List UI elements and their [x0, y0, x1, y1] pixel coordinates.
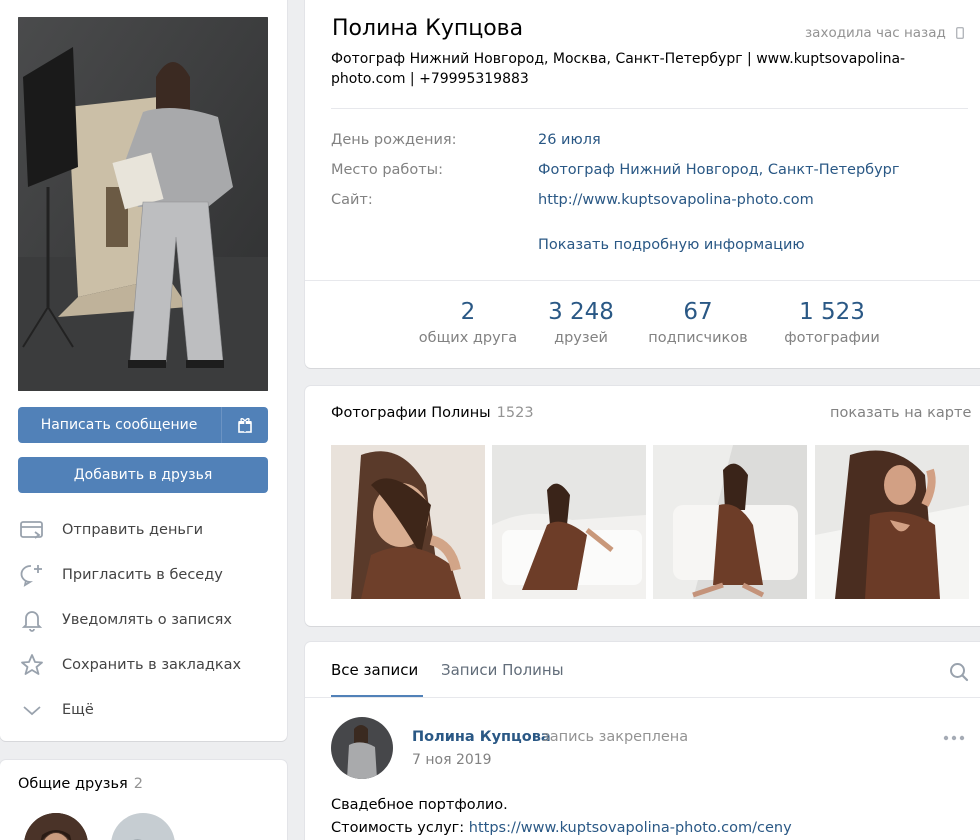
counter-label: друзей: [554, 330, 608, 346]
show-on-map-link[interactable]: показать на карте: [830, 405, 971, 421]
post-author-name[interactable]: Полина Купцова: [412, 729, 551, 745]
profile-status: Фотограф Нижний Новгород, Москва, Санкт-…: [331, 49, 931, 89]
card-send-icon: [18, 516, 46, 544]
photo-thumbnail[interactable]: [492, 445, 646, 599]
gift-button[interactable]: [222, 407, 268, 443]
photo-thumbnail[interactable]: [331, 445, 485, 599]
mobile-phone-icon: [955, 27, 964, 39]
chevron-down-icon: [18, 696, 46, 724]
counter-label: общих друга: [418, 330, 518, 346]
photos-card: Фотографии Полины 1523 показать на карте: [305, 386, 980, 626]
post-date[interactable]: 7 ноя 2019: [412, 752, 492, 768]
info-key: День рождения:: [331, 132, 457, 148]
counter-value: 3 248: [548, 299, 614, 325]
last-seen-status: заходила час назад: [805, 25, 964, 41]
last-seen-text: заходила час назад: [805, 25, 946, 41]
divider: [305, 697, 980, 698]
send-money-label: Отправить деньги: [62, 522, 204, 538]
mutual-friends-count: 2: [133, 776, 143, 792]
info-key: Сайт:: [331, 192, 373, 208]
profile-info-card: Полина Купцова заходила час назад Фотогр…: [305, 0, 980, 368]
profile-sidebar: Написать сообщение Добавить в друзья Отп…: [0, 0, 287, 741]
divider: [305, 280, 980, 281]
invite-to-chat-action[interactable]: Пригласить в беседу: [18, 559, 268, 591]
post-text: Стоимость услуг: https://www.kuptsovapol…: [331, 820, 792, 836]
more-action[interactable]: Ещё: [18, 694, 268, 726]
write-message-label: Написать сообщение: [40, 417, 198, 433]
more-horizontal-icon[interactable]: [943, 735, 965, 741]
tab-own-posts[interactable]: Записи Полины: [441, 661, 564, 679]
search-icon[interactable]: [949, 662, 969, 682]
photos-title[interactable]: Фотографии Полины 1523: [331, 405, 534, 421]
mutual-friends-card: Общие друзья 2: [0, 760, 287, 840]
photo-thumbnail[interactable]: [815, 445, 969, 599]
mutual-friends-title[interactable]: Общие друзья 2: [18, 776, 143, 792]
show-full-info-link[interactable]: Показать подробную информацию: [538, 237, 805, 253]
photos-count: 1523: [496, 405, 534, 421]
counter-value: 67: [683, 299, 713, 325]
counter-friends[interactable]: 3 248 друзей: [541, 298, 621, 346]
friend-avatar[interactable]: [111, 813, 175, 840]
photo-thumbnail[interactable]: [653, 445, 807, 599]
tab-all-posts[interactable]: Все записи: [331, 661, 418, 679]
profile-photo[interactable]: [18, 17, 268, 391]
counter-followers[interactable]: 67 подписчиков: [642, 298, 754, 346]
gift-icon: [238, 418, 252, 433]
post-text-prefix: Стоимость услуг:: [331, 820, 469, 836]
status-line: photo.com | +79995319883: [331, 71, 529, 87]
star-icon: [18, 651, 46, 679]
add-friend-button[interactable]: Добавить в друзья: [18, 457, 268, 493]
post-author-avatar[interactable]: [331, 717, 393, 779]
post-link[interactable]: https://www.kuptsovapolina-photo.com/cen…: [469, 820, 792, 836]
save-bookmark-action[interactable]: Сохранить в закладках: [18, 649, 268, 681]
more-label: Ещё: [62, 702, 94, 718]
post-pinned-label: запись закреплена: [542, 729, 689, 745]
divider: [331, 108, 968, 109]
counter-label: фотографии: [784, 330, 880, 346]
chat-add-icon: [18, 561, 46, 589]
friend-avatar[interactable]: [24, 813, 88, 840]
mutual-friends-label: Общие друзья: [18, 776, 128, 792]
status-line: Фотограф Нижний Новгород, Москва, Санкт-…: [331, 51, 906, 67]
info-value-birthday[interactable]: 26 июля: [538, 132, 601, 148]
invite-to-chat-label: Пригласить в беседу: [62, 567, 223, 583]
bell-icon: [18, 606, 46, 634]
notify-posts-action[interactable]: Уведомлять о записях: [18, 604, 268, 636]
profile-name: Полина Купцова: [332, 16, 524, 41]
profile-photo-image: [18, 17, 268, 391]
counter-mutual-friends[interactable]: 2 общих друга: [415, 298, 521, 346]
info-key: Место работы:: [331, 162, 444, 178]
counter-label: подписчиков: [648, 330, 748, 346]
counter-value: 1 523: [799, 299, 865, 325]
write-message-button[interactable]: Написать сообщение: [18, 407, 268, 443]
counter-photos[interactable]: 1 523 фотографии: [779, 298, 885, 346]
save-bookmark-label: Сохранить в закладках: [62, 657, 242, 673]
info-value-work[interactable]: Фотограф Нижний Новгород, Санкт-Петербур…: [538, 162, 900, 178]
wall-card: Все записи Записи Полины Полина Купцова …: [305, 642, 980, 840]
notify-posts-label: Уведомлять о записях: [62, 612, 232, 628]
post-text: Свадебное портфолио.: [331, 797, 508, 813]
photos-title-label: Фотографии Полины: [331, 405, 491, 421]
counter-value: 2: [460, 299, 476, 325]
send-money-action[interactable]: Отправить деньги: [18, 514, 268, 546]
info-value-site[interactable]: http://www.kuptsovapolina-photo.com: [538, 192, 814, 208]
